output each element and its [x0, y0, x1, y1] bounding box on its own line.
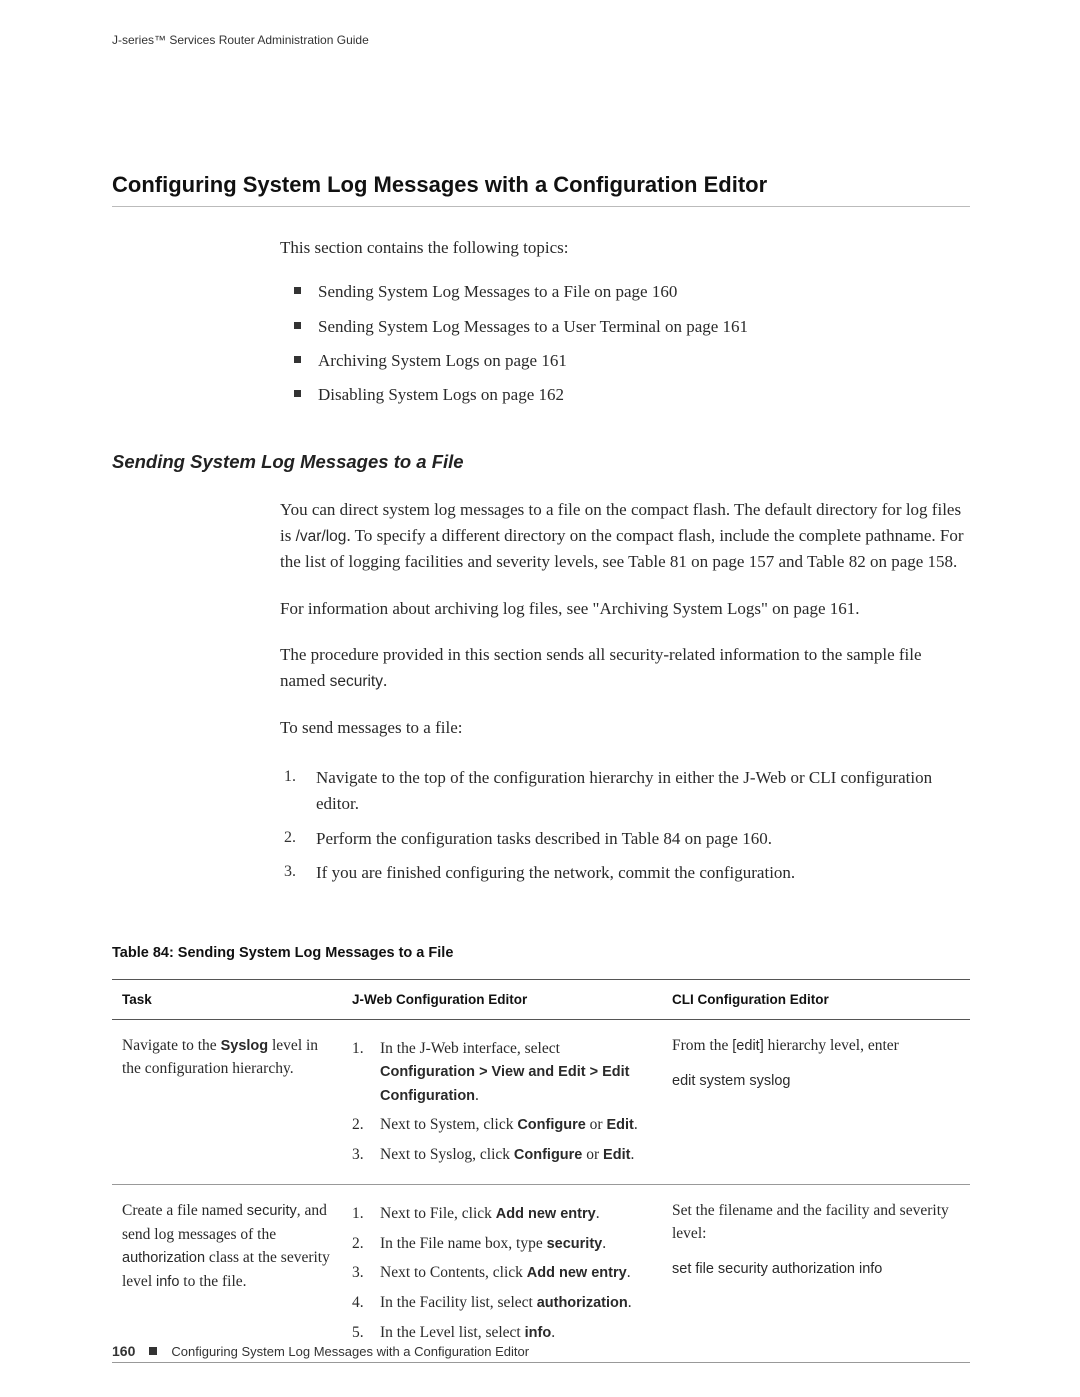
text: Next to Syslog, click — [380, 1146, 514, 1163]
text: Create a file named — [122, 1202, 247, 1219]
text: . — [551, 1324, 555, 1341]
list-item: Next to File, click Add new entry. — [352, 1199, 652, 1229]
page-content: J-series™ Services Router Administration… — [112, 33, 970, 1363]
config-table: Task J-Web Configuration Editor CLI Conf… — [112, 979, 970, 1363]
text: In the J-Web interface, select — [380, 1040, 560, 1057]
subsection-title: Sending System Log Messages to a File — [112, 451, 970, 473]
text: . To specify a different directory on th… — [280, 526, 964, 571]
th-jweb: J-Web Configuration Editor — [342, 979, 662, 1019]
square-bullet-icon — [149, 1347, 157, 1355]
text: or — [582, 1146, 603, 1163]
text: . — [596, 1205, 600, 1222]
text: . — [634, 1116, 638, 1133]
topic-item: Sending System Log Messages to a User Te… — [280, 310, 970, 344]
bold-text: security — [547, 1236, 603, 1252]
text: . — [627, 1264, 631, 1281]
text: . — [630, 1146, 634, 1163]
text: or — [586, 1116, 607, 1133]
th-task: Task — [112, 979, 342, 1019]
cli-command: set file security authorization info — [672, 1259, 960, 1281]
list-item: Next to System, click Configure or Edit. — [352, 1110, 652, 1140]
body-block: You can direct system log messages to a … — [280, 497, 970, 741]
bold-text: Edit — [606, 1117, 633, 1133]
list-item: In the Facility list, select authorizati… — [352, 1288, 652, 1318]
text: . — [628, 1294, 632, 1311]
bold-text: Configure — [517, 1117, 585, 1133]
text: Set the filename and the facility and se… — [672, 1202, 949, 1242]
bold-text: authorization — [537, 1295, 628, 1311]
th-cli: CLI Configuration Editor — [662, 979, 970, 1019]
bold-text: Edit — [603, 1147, 630, 1163]
page-footer: 160 Configuring System Log Messages with… — [112, 1343, 970, 1359]
cli-cell: Set the filename and the facility and se… — [662, 1184, 970, 1362]
step-item: Navigate to the top of the configuration… — [280, 761, 970, 822]
bold-text: Configuration > View and Edit > Edit Con… — [380, 1064, 629, 1104]
text: From the — [672, 1037, 732, 1054]
text: Navigate to the — [122, 1037, 221, 1054]
steps-list: Navigate to the top of the configuration… — [280, 761, 970, 890]
step-item: Perform the configuration tasks describe… — [280, 822, 970, 856]
paragraph: For information about archiving log file… — [280, 596, 970, 622]
step-item: If you are finished configuring the netw… — [280, 856, 970, 890]
topic-item: Sending System Log Messages to a File on… — [280, 275, 970, 309]
text: In the Level list, select — [380, 1324, 525, 1341]
text: Next to System, click — [380, 1116, 517, 1133]
text: . — [602, 1235, 606, 1252]
jweb-steps: Next to File, click Add new entry. In th… — [352, 1199, 652, 1348]
text: to the file. — [179, 1273, 246, 1290]
section-title: Configuring System Log Messages with a C… — [112, 172, 970, 207]
table-row: Create a file named security, and send l… — [112, 1184, 970, 1362]
jweb-cell: In the J-Web interface, select Configura… — [342, 1019, 662, 1184]
page-number: 160 — [112, 1343, 135, 1359]
bold-text: Add new entry — [496, 1206, 596, 1222]
task-cell: Create a file named security, and send l… — [112, 1184, 342, 1362]
jweb-cell: Next to File, click Add new entry. In th… — [342, 1184, 662, 1362]
paragraph: To send messages to a file: — [280, 715, 970, 741]
paragraph: The procedure provided in this section s… — [280, 642, 970, 695]
bold-text: info — [525, 1325, 552, 1341]
topic-item: Disabling System Logs on page 162 — [280, 378, 970, 412]
table-caption: Table 84: Sending System Log Messages to… — [112, 945, 970, 961]
intro-paragraph: This section contains the following topi… — [280, 235, 970, 261]
running-header: J-series™ Services Router Administration… — [112, 33, 970, 47]
bold-text: Syslog — [221, 1038, 269, 1054]
text: Next to File, click — [380, 1205, 496, 1222]
table-row: Navigate to the Syslog level in the conf… — [112, 1019, 970, 1184]
list-item: In the J-Web interface, select Configura… — [352, 1034, 652, 1111]
filename-text: security — [330, 673, 383, 690]
list-item: In the File name box, type security. — [352, 1229, 652, 1259]
text: Next to Contents, click — [380, 1264, 527, 1281]
filename-text: security — [247, 1203, 297, 1219]
task-cell: Navigate to the Syslog level in the conf… — [112, 1019, 342, 1184]
class-text: authorization — [122, 1250, 205, 1266]
text: In the File name box, type — [380, 1235, 547, 1252]
bold-text: Add new entry — [527, 1265, 627, 1281]
cli-command: edit system syslog — [672, 1071, 960, 1093]
text: . — [383, 671, 387, 690]
text: . — [475, 1087, 479, 1104]
level-text: info — [156, 1274, 179, 1290]
text: hierarchy level, enter — [764, 1037, 899, 1054]
list-item: Next to Contents, click Add new entry. — [352, 1258, 652, 1288]
list-item: Next to Syslog, click Configure or Edit. — [352, 1140, 652, 1170]
footer-text: Configuring System Log Messages with a C… — [171, 1344, 529, 1359]
cli-cell: From the [edit] hierarchy level, enter e… — [662, 1019, 970, 1184]
topics-list: Sending System Log Messages to a File on… — [280, 275, 970, 412]
topic-item: Archiving System Logs on page 161 — [280, 344, 970, 378]
cli-context: [edit] — [732, 1038, 763, 1054]
path-text: /var/log — [296, 528, 347, 545]
paragraph: You can direct system log messages to a … — [280, 497, 970, 576]
text: In the Facility list, select — [380, 1294, 537, 1311]
bold-text: Configure — [514, 1147, 582, 1163]
jweb-steps: In the J-Web interface, select Configura… — [352, 1034, 652, 1170]
